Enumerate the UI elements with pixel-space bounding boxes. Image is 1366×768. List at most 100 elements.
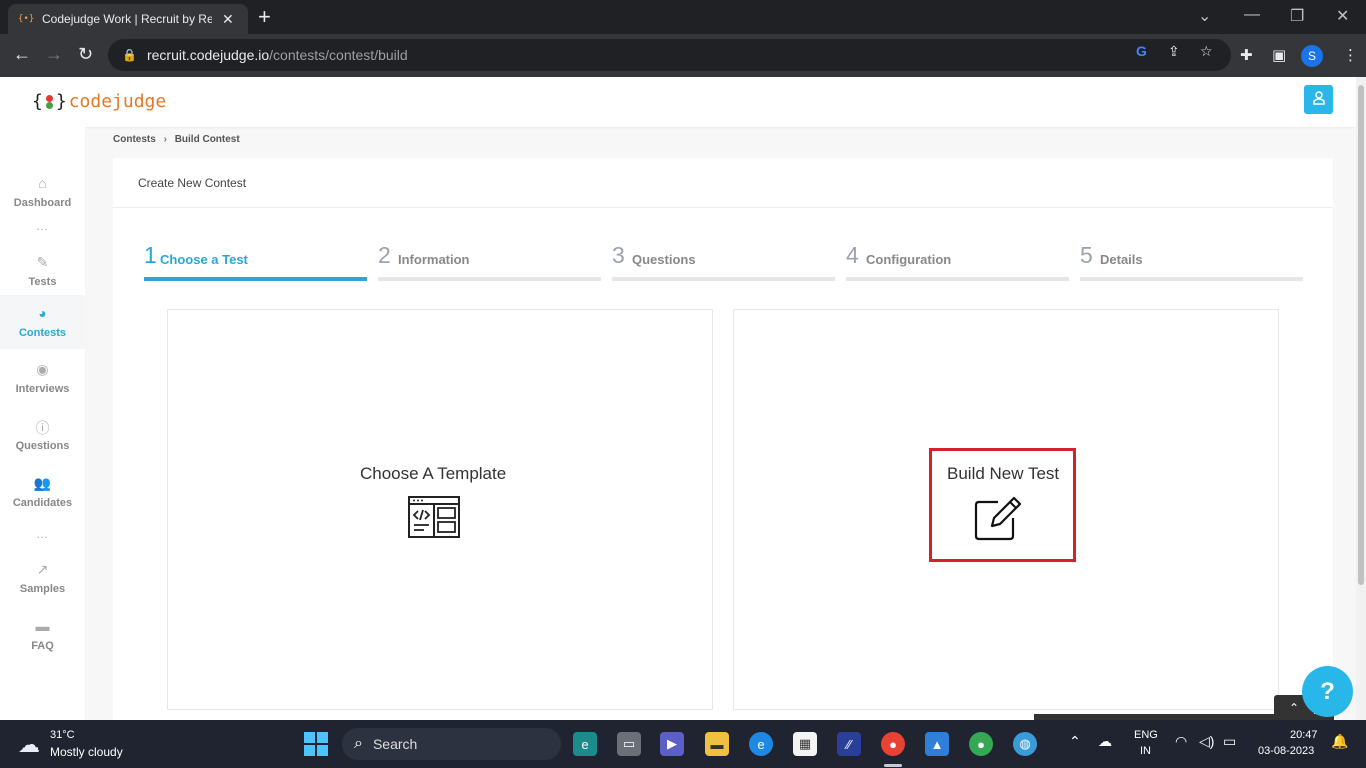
back-arrow-icon[interactable]: ←	[13, 44, 31, 65]
sidebar-item-label: Contests	[18, 327, 67, 339]
browser-toolbar: ← → ↻ 🔒 recruit.codejudge.io /contests/c…	[0, 34, 1366, 77]
scrollbar-thumb[interactable]	[1358, 85, 1364, 585]
weather-description[interactable]: Mostly cloudy	[50, 745, 123, 759]
line-chart-icon: ↗	[36, 561, 49, 577]
user-profile-button[interactable]	[1304, 85, 1333, 114]
volume-icon[interactable]: ◁)	[1199, 733, 1214, 750]
url-host: recruit.codejudge.io	[146, 47, 270, 63]
clock-date[interactable]: 03-08-2023	[1258, 745, 1314, 757]
sidebar-separator: …	[36, 527, 49, 541]
breadcrumb-separator: ›	[163, 134, 167, 145]
file-explorer-icon[interactable]: ▬	[705, 732, 729, 756]
lock-icon[interactable]: 🔒	[122, 48, 137, 62]
question-circle-icon: ⓘ	[35, 420, 50, 436]
cloud-icon[interactable]: ☁	[18, 732, 40, 758]
choose-template-option[interactable]: Choose A Template	[167, 309, 713, 710]
pencil-icon: ✎	[36, 254, 49, 270]
step-information[interactable]: 2 Information	[378, 242, 601, 282]
help-button[interactable]: ?	[1302, 666, 1353, 717]
step-number: 5	[1080, 242, 1093, 268]
chrome-menu-icon[interactable]: ⋮	[1343, 46, 1358, 64]
chrome-profile-icon[interactable]: ●	[969, 732, 993, 756]
bookmark-star-icon[interactable]: ☆	[1200, 43, 1213, 60]
taskbar-search[interactable]: ⌕ Search	[342, 728, 561, 760]
side-panel-icon[interactable]: ▣	[1272, 46, 1286, 64]
users-icon: 👥	[33, 475, 52, 491]
podcast-icon: ◉	[36, 361, 49, 377]
browser-tab-bar: {•} Codejudge Work | Recruit by Real ✕ +…	[0, 0, 1366, 34]
app-icon[interactable]: ⁄⁄	[837, 732, 861, 756]
restore-button[interactable]: ❐	[1290, 6, 1304, 26]
step-progress-bar	[1080, 277, 1303, 281]
step-questions[interactable]: 3 Questions	[612, 242, 835, 282]
step-progress-bar	[144, 277, 367, 281]
address-bar[interactable]: 🔒 recruit.codejudge.io /contests/contest…	[108, 39, 1231, 71]
notification-bell-icon[interactable]: 🔔	[1331, 733, 1348, 750]
sidebar-item-label: Questions	[15, 440, 70, 452]
sidebar: ⌂ Dashboard … ✎ Tests ◕ Contests ◉ Inter…	[0, 127, 85, 720]
teams-icon[interactable]: ▶	[660, 732, 684, 756]
step-number: 3	[612, 242, 625, 268]
web-page: { } codejudge ⌂ Dashboard … ✎ Tests ◕ Co…	[0, 77, 1356, 720]
home-icon: ⌂	[38, 175, 47, 191]
windows-start-icon[interactable]	[304, 732, 328, 756]
new-tab-button[interactable]: +	[258, 6, 271, 28]
sidebar-item-contests[interactable]: ◕ Contests	[0, 295, 85, 349]
close-window-button[interactable]: ✕	[1336, 6, 1349, 26]
language-indicator[interactable]: ENG	[1134, 729, 1158, 741]
microsoft-store-icon[interactable]: ▦	[793, 732, 817, 756]
sidebar-item-dashboard[interactable]: ⌂ Dashboard	[0, 165, 85, 219]
step-number: 4	[846, 242, 859, 268]
tab-close-icon[interactable]: ✕	[222, 11, 234, 28]
breadcrumb-contests-link[interactable]: Contests	[113, 134, 156, 145]
sidebar-item-tests[interactable]: ✎ Tests	[0, 244, 85, 298]
minimize-button[interactable]: —	[1244, 6, 1260, 24]
share-icon[interactable]: ⇪	[1168, 43, 1180, 60]
extensions-puzzle-icon[interactable]: ✚	[1240, 46, 1253, 64]
step-configuration[interactable]: 4 Configuration	[846, 242, 1069, 282]
step-progress-bar	[378, 277, 601, 281]
onedrive-cloud-icon[interactable]: ☁	[1098, 733, 1112, 750]
codejudge-logo[interactable]: { } codejudge	[32, 91, 166, 112]
region-indicator[interactable]: IN	[1140, 745, 1151, 757]
task-view-icon[interactable]: ▭	[617, 732, 641, 756]
choose-template-label: Choose A Template	[360, 464, 507, 483]
step-details[interactable]: 5 Details	[1080, 242, 1303, 282]
wifi-icon[interactable]: ◠	[1175, 733, 1187, 750]
step-choose-a-test[interactable]: 1 Choose a Test	[144, 242, 367, 282]
windows-taskbar: ☁ 31°C Mostly cloudy ⌕ Search e ▭ ▶ ▬ e …	[0, 720, 1366, 768]
codejudge-favicon-icon: {•}	[18, 14, 35, 24]
code-template-icon	[408, 496, 460, 543]
forward-arrow-icon[interactable]: →	[45, 44, 63, 65]
reload-icon[interactable]: ↻	[78, 44, 93, 65]
sidebar-item-candidates[interactable]: 👥 Candidates	[0, 465, 85, 519]
battery-icon[interactable]: ▭	[1223, 733, 1236, 750]
sidebar-item-faq[interactable]: ▬ FAQ	[0, 608, 85, 662]
clock-time[interactable]: 20:47	[1290, 729, 1318, 741]
weather-temperature[interactable]: 31°C	[50, 729, 75, 741]
chevron-up-icon[interactable]: ⌃	[1069, 733, 1081, 750]
active-app-indicator	[884, 764, 902, 767]
page-scrollbar[interactable]	[1356, 77, 1366, 720]
edge-preview-icon[interactable]: e	[573, 732, 597, 756]
browser-tab[interactable]: {•} Codejudge Work | Recruit by Real ✕	[8, 4, 248, 34]
search-icon: ⌕	[354, 735, 363, 752]
sidebar-item-interviews[interactable]: ◉ Interviews	[0, 351, 85, 405]
step-number: 2	[378, 242, 391, 268]
create-contest-card: Create New Contest 1 Choose a Test 2 Inf…	[113, 158, 1333, 720]
edge-icon[interactable]: e	[749, 732, 773, 756]
sidebar-item-samples[interactable]: ↗ Samples	[0, 551, 85, 605]
tab-search-icon[interactable]: ⌄	[1198, 6, 1211, 26]
chrome-icon[interactable]: ●	[881, 732, 905, 756]
maps-icon[interactable]: ◍	[1013, 732, 1037, 756]
breadcrumb-current: Build Contest	[174, 134, 240, 145]
step-label: Configuration	[866, 252, 952, 267]
step-label: Choose a Test	[160, 252, 248, 267]
profile-avatar[interactable]: S	[1301, 45, 1323, 67]
sidebar-item-questions[interactable]: ⓘ Questions	[0, 408, 85, 462]
photos-icon[interactable]: ▲	[925, 732, 949, 756]
step-progress-bar	[612, 277, 835, 281]
sidebar-item-label: Tests	[28, 276, 57, 288]
google-icon[interactable]: G	[1136, 43, 1147, 59]
card-header: Create New Contest	[113, 158, 1333, 208]
